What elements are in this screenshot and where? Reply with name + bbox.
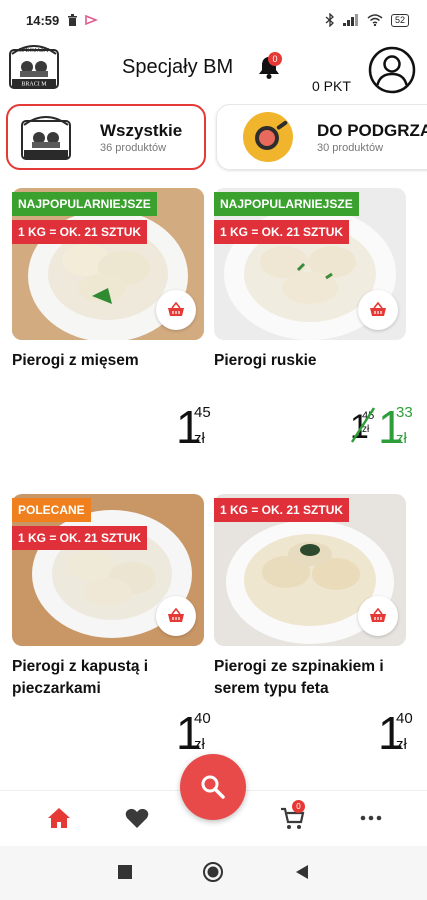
- category-all[interactable]: Wszystkie 36 produktów: [6, 104, 206, 170]
- product-tag: NAJPOPULARNIEJSZE: [12, 192, 157, 216]
- battery-indicator: 52: [390, 13, 409, 27]
- price-currency: zł: [396, 736, 407, 753]
- product-card[interactable]: NAJPOPULARNIEJSZE 1 KG = OK. 21 SZTUK Pi…: [12, 188, 211, 458]
- price-currency: zł: [194, 736, 205, 753]
- product-card[interactable]: 1 KG = OK. 21 SZTUK Pierogi ze szpinakie…: [214, 494, 413, 764]
- brand-logo[interactable]: SPECJAŁY BRACI M: [6, 40, 62, 92]
- price-currency: zł: [396, 430, 407, 447]
- add-to-cart-button[interactable]: [156, 596, 196, 636]
- category-count: 30 produktów: [317, 141, 384, 154]
- price-decimal: 40: [194, 710, 211, 727]
- heart-icon[interactable]: [122, 803, 152, 833]
- add-to-cart-button[interactable]: [358, 596, 398, 636]
- price-decimal: 45: [194, 404, 211, 421]
- product-name[interactable]: Pierogi ruskie: [214, 350, 410, 372]
- price-decimal: 33: [396, 404, 413, 421]
- product-price: 1 40 zł: [376, 708, 416, 758]
- product-card[interactable]: NAJPOPULARNIEJSZE 1 KG = OK. 21 SZTUK Pi…: [214, 188, 413, 458]
- basket-icon: [168, 608, 184, 622]
- trash-icon: [68, 14, 78, 26]
- basket-icon: [370, 608, 386, 622]
- frying-pan-icon: [243, 112, 293, 162]
- wifi-icon: [367, 14, 383, 26]
- strikethrough-line: [350, 407, 376, 443]
- home-icon[interactable]: [44, 803, 74, 833]
- svg-text:BRACI M: BRACI M: [21, 82, 47, 88]
- points-label: 0 PKT: [312, 78, 351, 94]
- old-price: 1 45 zł: [348, 402, 378, 452]
- product-tag: 1 KG = OK. 21 SZTUK: [214, 498, 350, 522]
- cart-badge: 0: [292, 800, 305, 813]
- basket-icon: [168, 302, 184, 316]
- notification-badge: 0: [268, 52, 282, 66]
- product-price: 1 40 zł: [174, 708, 214, 758]
- product-tag: 1 KG = OK. 21 SZTUK: [214, 220, 350, 244]
- add-to-cart-button[interactable]: [358, 290, 398, 330]
- category-name: Wszystkie: [100, 120, 183, 140]
- price-currency: zł: [194, 430, 205, 447]
- price-decimal: 40: [396, 710, 413, 727]
- category-reheat[interactable]: DO PODGRZANIA 30 produktów: [216, 104, 427, 170]
- notification-icon: [85, 14, 99, 26]
- category-count: 36 produktów: [100, 141, 167, 154]
- recents-icon[interactable]: [116, 863, 134, 881]
- category-name: DO PODGRZANIA: [317, 120, 427, 140]
- product-name[interactable]: Pierogi z kapustą i pieczarkami: [12, 656, 208, 700]
- app-header: SPECJAŁY BRACI M Specjały BM 0 0 PKT: [0, 40, 427, 102]
- brand-logo-icon: [21, 116, 71, 160]
- product-tag: 1 KG = OK. 21 SZTUK: [12, 220, 148, 244]
- more-icon[interactable]: [356, 803, 386, 833]
- signal-icon: [342, 14, 358, 26]
- basket-icon: [370, 302, 386, 316]
- product-card[interactable]: POLECANE 1 KG = OK. 21 SZTUK Pierogi z k…: [12, 494, 211, 764]
- add-to-cart-button[interactable]: [156, 290, 196, 330]
- product-tag: POLECANE: [12, 498, 91, 522]
- status-time: 14:59: [26, 12, 60, 28]
- product-name[interactable]: Pierogi ze szpinakiem i serem typu feta: [214, 656, 410, 700]
- product-price: 1 33 zł: [376, 402, 416, 452]
- product-price: 1 45 zł: [174, 402, 214, 452]
- category-strip: Wszystkie 36 produktów DO PODGRZANIA 30 …: [0, 104, 427, 172]
- system-navigation: [0, 846, 427, 900]
- product-tag: 1 KG = OK. 21 SZTUK: [12, 526, 148, 550]
- home-system-icon[interactable]: [202, 861, 224, 883]
- bluetooth-icon: [325, 13, 334, 27]
- search-button[interactable]: [180, 754, 246, 820]
- product-tag: NAJPOPULARNIEJSZE: [214, 192, 359, 216]
- svg-text:SPECJAŁY: SPECJAŁY: [18, 47, 50, 54]
- search-icon: [201, 775, 225, 799]
- account-icon[interactable]: [368, 46, 416, 94]
- app-title: Specjały BM: [122, 56, 234, 78]
- status-bar: 14:59 52: [0, 0, 427, 40]
- back-icon[interactable]: [294, 863, 310, 881]
- product-name[interactable]: Pierogi z mięsem: [12, 350, 208, 372]
